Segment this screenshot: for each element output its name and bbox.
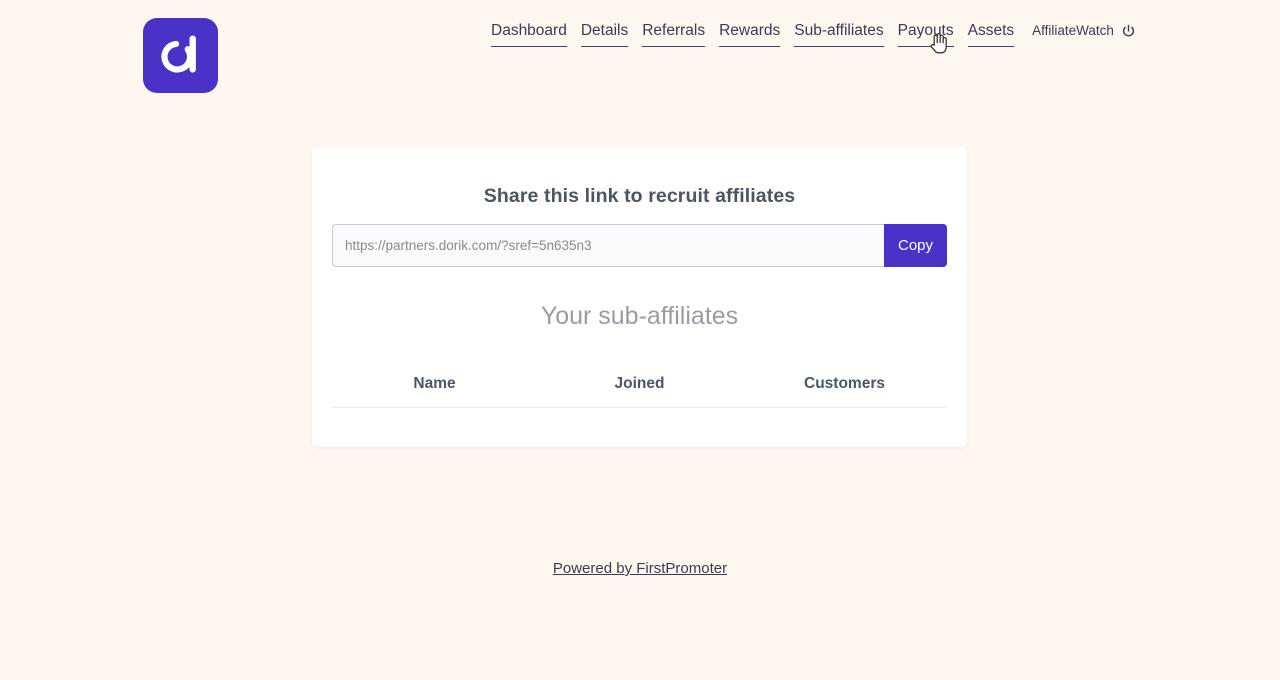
sub-affiliates-title: Your sub-affiliates [540, 302, 739, 330]
nav-item-dashboard[interactable]: Dashboard [491, 22, 567, 47]
card-title: Share this link to recruit affiliates [483, 185, 796, 207]
nav-item-assets[interactable]: Assets [967, 22, 1015, 47]
share-link-row: Copy [332, 224, 947, 267]
power-icon[interactable] [1121, 24, 1136, 39]
share-link-card: Share this link to recruit affiliates Co… [312, 147, 967, 447]
dorik-d-logo-icon [161, 35, 196, 73]
page-footer: Powered by FirstPromoter [0, 560, 1280, 578]
main-navigation: Dashboard Details Referrals Rewards Sub-… [491, 22, 1136, 47]
user-account-area: AffiliateWatch [1032, 23, 1136, 44]
page-header: Dashboard Details Referrals Rewards Sub-… [0, 0, 1280, 110]
table-body [332, 408, 947, 442]
nav-item-payouts[interactable]: Payouts [897, 22, 954, 47]
affiliate-link-input[interactable] [332, 224, 884, 267]
nav-item-referrals[interactable]: Referrals [642, 22, 706, 47]
column-header-joined: Joined [614, 375, 665, 392]
nav-item-rewards[interactable]: Rewards [719, 22, 781, 47]
user-name-label: AffiliateWatch [1032, 23, 1114, 38]
brand-logo[interactable] [143, 18, 218, 93]
sub-affiliates-table: Name Joined Customers [332, 375, 947, 442]
powered-by-firstpromoter-link[interactable]: Powered by FirstPromoter [553, 560, 727, 577]
nav-item-sub-affiliates[interactable]: Sub-affiliates [794, 22, 884, 47]
column-header-name: Name [413, 375, 456, 392]
nav-item-details[interactable]: Details [580, 22, 629, 47]
table-header-row: Name Joined Customers [332, 375, 947, 408]
column-header-customers: Customers [804, 375, 885, 392]
copy-button[interactable]: Copy [884, 224, 947, 267]
